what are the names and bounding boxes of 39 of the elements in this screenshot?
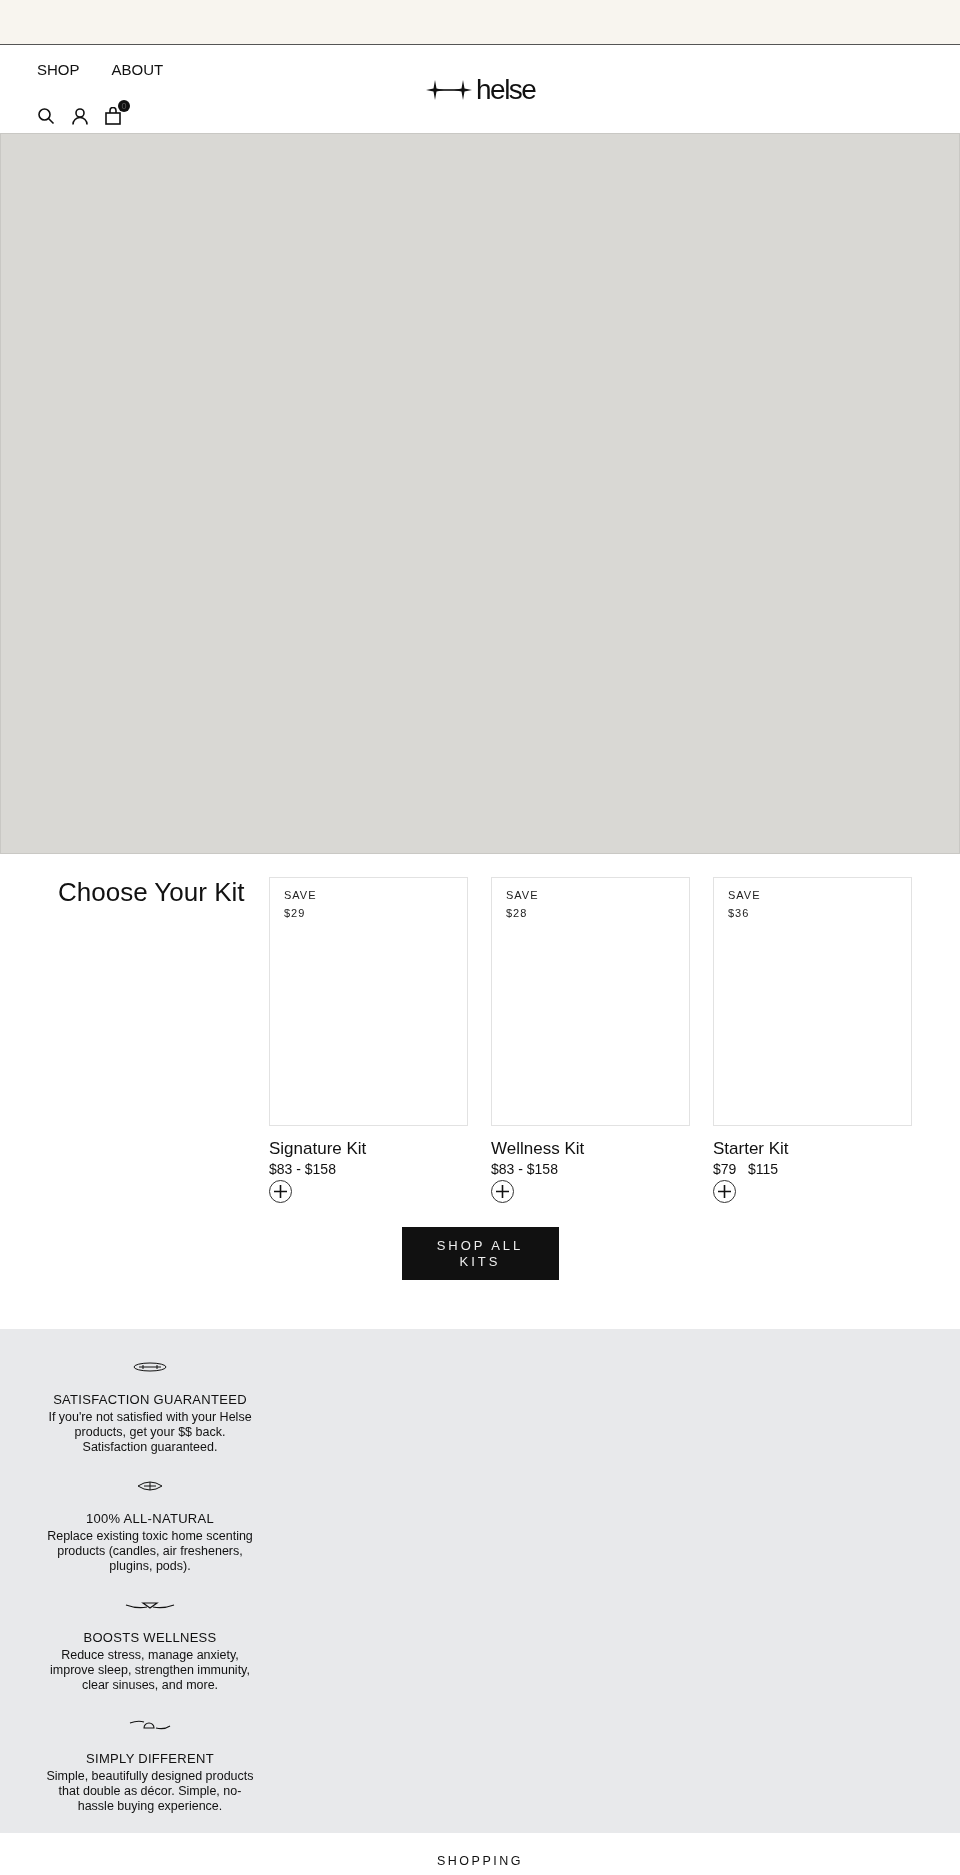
nav-link[interactable]: SHOP xyxy=(37,61,80,78)
plus-icon xyxy=(495,1184,510,1199)
nav-link[interactable]: ABOUT xyxy=(111,61,164,78)
logo[interactable]: helse xyxy=(426,76,536,104)
saving-amount: $29 xyxy=(284,907,307,919)
product-card[interactable]: SAVE $36 xyxy=(713,877,912,1126)
search-icon[interactable] xyxy=(37,107,55,125)
save-label: SAVE xyxy=(506,889,540,901)
add-button[interactable] xyxy=(491,1180,514,1203)
feature-text: Simple, beautifully designed products that double as décor. Simple, no-hassle buying experience. xyxy=(45,1769,255,1814)
feature-title: SATISFACTION GUARANTEED xyxy=(53,1392,247,1407)
shop-all-button[interactable]: SHOP ALL KITS xyxy=(401,1227,559,1280)
eye-icon xyxy=(137,1481,163,1491)
saving-amount: $36 xyxy=(728,907,751,919)
footer-heading: SHOPPING xyxy=(437,1854,523,1870)
product-price: $79 $115 xyxy=(713,1161,780,1177)
product-card[interactable]: SAVE $29 xyxy=(269,877,468,1126)
product-card[interactable]: SAVE $28 xyxy=(491,877,690,1126)
feature-text: Reduce stress, manage anxiety, improve sleep, strengthen immunity, clear sinuses, and more. xyxy=(49,1648,251,1693)
feature-title: BOOSTS WELLNESS xyxy=(83,1630,217,1645)
plus-icon xyxy=(273,1184,288,1199)
ornament-icon xyxy=(133,1362,167,1372)
feature-text: Replace existing toxic home scenting products (candles, air fresheners, plugins, pods). xyxy=(46,1529,254,1574)
feature-text: If you're not satisfied with your Helse products, get your $$ back. Satisfaction guaranteed. xyxy=(47,1410,253,1455)
saving-amount: $28 xyxy=(506,907,529,919)
account-icon[interactable] xyxy=(71,107,89,125)
product-name[interactable]: Starter Kit xyxy=(713,1139,912,1159)
section-title: Choose Your Kit xyxy=(58,877,246,909)
product-name[interactable]: Signature Kit xyxy=(269,1139,468,1159)
plus-icon xyxy=(717,1184,732,1199)
save-label: SAVE xyxy=(728,889,762,901)
product-price: $83 - $158 xyxy=(269,1161,337,1177)
feature-title: 100% ALL-NATURAL xyxy=(85,1511,215,1526)
save-label: SAVE xyxy=(284,889,318,901)
product-name[interactable]: Wellness Kit xyxy=(491,1139,690,1159)
feature-title: SIMPLY DIFFERENT xyxy=(86,1751,214,1766)
add-button[interactable] xyxy=(713,1180,736,1203)
add-button[interactable] xyxy=(269,1180,292,1203)
product-price: $83 - $158 xyxy=(491,1161,559,1177)
